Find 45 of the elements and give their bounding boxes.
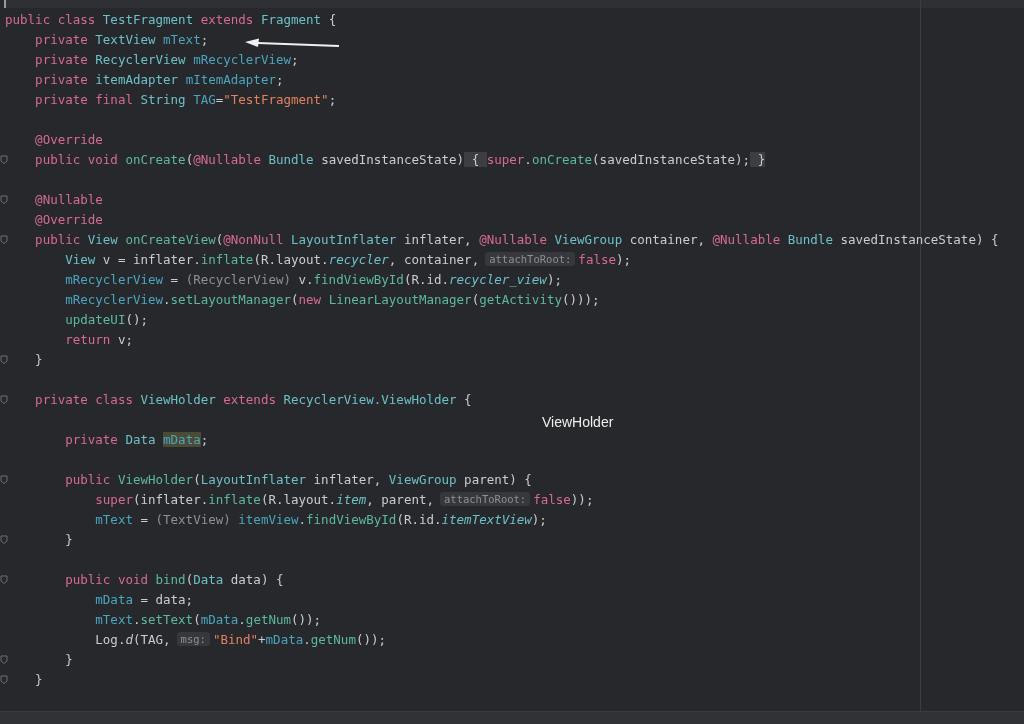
code-text: } [34, 671, 43, 687]
code-text: private itemAdapter mItemAdapter; [34, 71, 284, 87]
fold-icon[interactable] [0, 655, 8, 664]
code-text: public void bind(Data data) { [64, 571, 284, 587]
code-text: View v = inflater.inflate(R.layout.recycler, container, [64, 251, 480, 267]
code-text: public View onCreateView(@NonNull LayoutInflater inflater, @Nullable ViewGroup container, @Nullable Bundle savedInstanceState) { [34, 231, 999, 247]
code-text: private RecyclerView mRecyclerView; [34, 51, 299, 67]
code-text: @Override [34, 131, 103, 147]
code-text: private class ViewHolder extends RecyclerView.ViewHolder { [34, 391, 472, 407]
code-text: updateUI(); [64, 311, 148, 327]
code-text: mText.setText(mData.getNum()); [94, 611, 322, 627]
code-text: false)); [533, 491, 594, 507]
fold-icon[interactable] [0, 195, 8, 204]
fold-icon[interactable] [0, 675, 8, 684]
code-text: } [34, 351, 43, 367]
inlay-hint: attachToRoot: [440, 492, 531, 506]
fold-icon[interactable] [0, 535, 8, 544]
fold-icon[interactable] [0, 235, 8, 244]
inlay-hint: attachToRoot: [485, 252, 576, 266]
code-text: public ViewHolder(LayoutInflater inflater, ViewGroup parent) { [64, 471, 532, 487]
code-text: return v; [64, 331, 133, 347]
inlay-hint: msg: [176, 632, 210, 646]
code-text: } [64, 531, 73, 547]
code-text: public class TestFragment extends Fragment { [5, 11, 337, 27]
code-text: mRecyclerView.setLayoutManager(new LinearLayoutManager(getActivity())); [64, 291, 600, 307]
popup-label: ViewHolder [542, 414, 614, 430]
code-text: "Bind"+mData.getNum()); [212, 631, 386, 647]
code-text: @Override [34, 211, 103, 227]
fold-icon[interactable] [0, 575, 8, 584]
code-text: mText = (TextView) itemView.findViewById(R.id.itemTextView); [94, 511, 547, 527]
fold-icon[interactable] [0, 395, 8, 404]
code-text: private final String TAG="TestFragment"; [34, 91, 337, 107]
fold-icon[interactable] [0, 475, 8, 484]
code-text: private TextView mText; [34, 31, 209, 47]
fold-icon[interactable] [0, 355, 8, 364]
code-text: public void onCreate(@Nullable Bundle savedInstanceState) { super.onCreate(savedInstanceState); } [34, 151, 766, 167]
code-text: private Data mData; [64, 431, 209, 447]
code-text: super(inflater.inflate(R.layout.item, parent, [94, 491, 434, 507]
code-text: mData = data; [94, 591, 194, 607]
code-text: false); [578, 251, 632, 267]
code-text: } [64, 651, 73, 667]
code-text: @Nullable [34, 191, 103, 207]
fold-icon[interactable] [0, 155, 8, 164]
code-text: mRecyclerView = (RecyclerView) v.findViewById(R.id.recycler_view); [64, 271, 562, 287]
code-text: Log.d(TAG, [94, 631, 171, 647]
